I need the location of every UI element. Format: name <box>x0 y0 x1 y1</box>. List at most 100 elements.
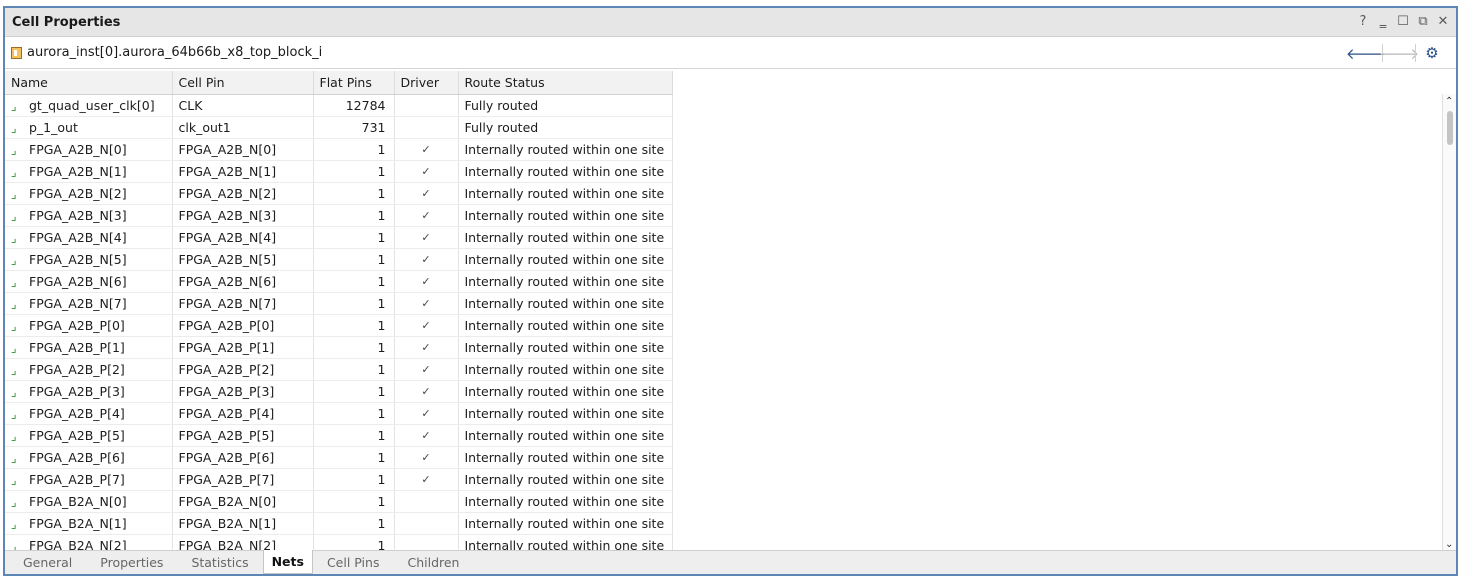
cell-pin-cell[interactable]: FPGA_A2B_P[7] <box>172 468 314 491</box>
table-row[interactable]: ⌟ FPGA_A2B_P[2] FPGA_A2B_P[2] 1 ✓ Internally … <box>5 358 673 381</box>
route-status-cell[interactable]: Internally routed within one site <box>458 380 673 403</box>
route-status-cell[interactable]: Internally routed within one site <box>458 248 673 271</box>
close-icon[interactable]: ✕ <box>1436 13 1450 29</box>
column-header-cell-pin[interactable]: Cell Pin <box>172 71 314 95</box>
flat-pins-cell[interactable]: 1 <box>313 336 395 359</box>
net-name-cell[interactable]: ⌟ p_1_out <box>5 116 173 139</box>
driver-cell[interactable]: ✓ <box>394 292 459 315</box>
table-row[interactable]: ⌟ FPGA_A2B_P[0] FPGA_A2B_P[0] 1 ✓ Internally … <box>5 314 673 337</box>
route-status-cell[interactable]: Internally routed within one site <box>458 182 673 205</box>
net-name-cell[interactable]: ⌟ FPGA_A2B_P[5] <box>5 424 173 447</box>
cell-pin-cell[interactable]: FPGA_A2B_P[2] <box>172 358 314 381</box>
table-row[interactable]: ⌟ FPGA_A2B_N[3] FPGA_A2B_N[3] 1 ✓ Internally … <box>5 204 673 227</box>
cell-pin-cell[interactable]: FPGA_A2B_N[7] <box>172 292 314 315</box>
driver-cell[interactable]: ✓ <box>394 160 459 183</box>
route-status-cell[interactable]: Internally routed within one site <box>458 534 673 550</box>
driver-cell[interactable] <box>394 512 459 535</box>
tab-statistics[interactable]: Statistics <box>177 551 262 574</box>
driver-cell[interactable]: ✓ <box>394 182 459 205</box>
flat-pins-cell[interactable]: 1 <box>313 204 395 227</box>
cell-pin-cell[interactable]: FPGA_B2A_N[1] <box>172 512 314 535</box>
flat-pins-cell[interactable]: 1 <box>313 314 395 337</box>
table-row[interactable]: ⌟ FPGA_B2A_N[2] FPGA_B2A_N[2] 1 Internally r… <box>5 534 673 550</box>
route-status-cell[interactable]: Internally routed within one site <box>458 424 673 447</box>
table-row[interactable]: ⌟ FPGA_A2B_P[4] FPGA_A2B_P[4] 1 ✓ Internally … <box>5 402 673 425</box>
net-name-cell[interactable]: ⌟ FPGA_A2B_P[0] <box>5 314 173 337</box>
driver-cell[interactable]: ✓ <box>394 204 459 227</box>
flat-pins-cell[interactable]: 1 <box>313 358 395 381</box>
float-icon[interactable]: ⧉ <box>1416 13 1430 29</box>
route-status-cell[interactable]: Internally routed within one site <box>458 402 673 425</box>
flat-pins-cell[interactable]: 1 <box>313 490 395 513</box>
net-name-cell[interactable]: ⌟ FPGA_A2B_P[2] <box>5 358 173 381</box>
minimize-icon[interactable]: ‗ <box>1376 13 1390 29</box>
route-status-cell[interactable]: Internally routed within one site <box>458 292 673 315</box>
table-row[interactable]: ⌟ FPGA_A2B_P[5] FPGA_A2B_P[5] 1 ✓ Internally … <box>5 424 673 447</box>
driver-cell[interactable] <box>394 490 459 513</box>
column-header-driver[interactable]: Driver <box>394 71 459 95</box>
cell-pin-cell[interactable]: FPGA_A2B_N[4] <box>172 226 314 249</box>
flat-pins-cell[interactable]: 1 <box>313 248 395 271</box>
driver-cell[interactable]: ✓ <box>394 402 459 425</box>
route-status-cell[interactable]: Internally routed within one site <box>458 358 673 381</box>
driver-cell[interactable]: ✓ <box>394 424 459 447</box>
cell-pin-cell[interactable]: FPGA_A2B_N[3] <box>172 204 314 227</box>
driver-cell[interactable]: ✓ <box>394 446 459 469</box>
tab-nets[interactable]: Nets <box>262 550 313 574</box>
table-row[interactable]: ⌟ FPGA_A2B_N[0] FPGA_A2B_N[0] 1 ✓ Internally … <box>5 138 673 161</box>
route-status-cell[interactable]: Internally routed within one site <box>458 446 673 469</box>
cell-pin-cell[interactable]: FPGA_A2B_N[1] <box>172 160 314 183</box>
net-name-cell[interactable]: ⌟ FPGA_A2B_N[3] <box>5 204 173 227</box>
flat-pins-cell[interactable]: 1 <box>313 468 395 491</box>
flat-pins-cell[interactable]: 12784 <box>313 94 395 117</box>
table-row[interactable]: ⌟ gt_quad_user_clk[0] CLK 12784 Fully routed <box>5 94 673 117</box>
cell-pin-cell[interactable]: FPGA_A2B_P[1] <box>172 336 314 359</box>
route-status-cell[interactable]: Internally routed within one site <box>458 204 673 227</box>
column-header-route-status[interactable]: Route Status <box>458 71 673 95</box>
route-status-cell[interactable]: Internally routed within one site <box>458 314 673 337</box>
cell-pin-cell[interactable]: clk_out1 <box>172 116 314 139</box>
route-status-cell[interactable]: Fully routed <box>458 94 673 117</box>
flat-pins-cell[interactable]: 1 <box>313 182 395 205</box>
driver-cell[interactable]: ✓ <box>394 358 459 381</box>
cell-pin-cell[interactable]: FPGA_A2B_P[6] <box>172 446 314 469</box>
cell-pin-cell[interactable]: FPGA_A2B_P[3] <box>172 380 314 403</box>
driver-cell[interactable]: ✓ <box>394 248 459 271</box>
table-row[interactable]: ⌟ FPGA_A2B_N[4] FPGA_A2B_N[4] 1 ✓ Internally … <box>5 226 673 249</box>
scroll-thumb[interactable] <box>1447 111 1453 145</box>
table-row[interactable]: ⌟ FPGA_A2B_N[6] FPGA_A2B_N[6] 1 ✓ Internally … <box>5 270 673 293</box>
net-name-cell[interactable]: ⌟ FPGA_A2B_N[0] <box>5 138 173 161</box>
column-header-name[interactable]: Name <box>5 71 173 95</box>
table-row[interactable]: ⌟ FPGA_A2B_P[3] FPGA_A2B_P[3] 1 ✓ Internally … <box>5 380 673 403</box>
net-name-cell[interactable]: ⌟ FPGA_A2B_N[5] <box>5 248 173 271</box>
driver-cell[interactable]: ✓ <box>394 336 459 359</box>
cell-pin-cell[interactable]: FPGA_B2A_N[2] <box>172 534 314 550</box>
route-status-cell[interactable]: Internally routed within one site <box>458 490 673 513</box>
cell-pin-cell[interactable]: FPGA_A2B_N[6] <box>172 270 314 293</box>
driver-cell[interactable]: ✓ <box>394 270 459 293</box>
flat-pins-cell[interactable]: 1 <box>313 138 395 161</box>
flat-pins-cell[interactable]: 1 <box>313 534 395 550</box>
table-row[interactable]: ⌟ FPGA_A2B_P[1] FPGA_A2B_P[1] 1 ✓ Internally … <box>5 336 673 359</box>
net-name-cell[interactable]: ⌟ FPGA_A2B_N[4] <box>5 226 173 249</box>
flat-pins-cell[interactable]: 1 <box>313 512 395 535</box>
table-row[interactable]: ⌟ FPGA_B2A_N[0] FPGA_B2A_N[0] 1 Internally r… <box>5 490 673 513</box>
table-row[interactable]: ⌟ FPGA_A2B_P[6] FPGA_A2B_P[6] 1 ✓ Internally … <box>5 446 673 469</box>
table-row[interactable]: ⌟ FPGA_A2B_P[7] FPGA_A2B_P[7] 1 ✓ Internally … <box>5 468 673 491</box>
driver-cell[interactable]: ✓ <box>394 314 459 337</box>
flat-pins-cell[interactable]: 1 <box>313 226 395 249</box>
vertical-scrollbar[interactable]: ⌃ ⌄ <box>1442 94 1456 550</box>
route-status-cell[interactable]: Internally routed within one site <box>458 138 673 161</box>
flat-pins-cell[interactable]: 1 <box>313 446 395 469</box>
route-status-cell[interactable]: Internally routed within one site <box>458 160 673 183</box>
route-status-cell[interactable]: Internally routed within one site <box>458 468 673 491</box>
driver-cell[interactable]: ✓ <box>394 226 459 249</box>
route-status-cell[interactable]: Internally routed within one site <box>458 336 673 359</box>
back-arrow-icon[interactable]: 🡐 <box>1346 44 1386 63</box>
cell-pin-cell[interactable]: FPGA_A2B_N[5] <box>172 248 314 271</box>
flat-pins-cell[interactable]: 1 <box>313 424 395 447</box>
tab-general[interactable]: General <box>9 551 86 574</box>
net-name-cell[interactable]: ⌟ FPGA_A2B_N[2] <box>5 182 173 205</box>
route-status-cell[interactable]: Internally routed within one site <box>458 226 673 249</box>
column-header-flat-pins[interactable]: Flat Pins <box>313 71 395 95</box>
